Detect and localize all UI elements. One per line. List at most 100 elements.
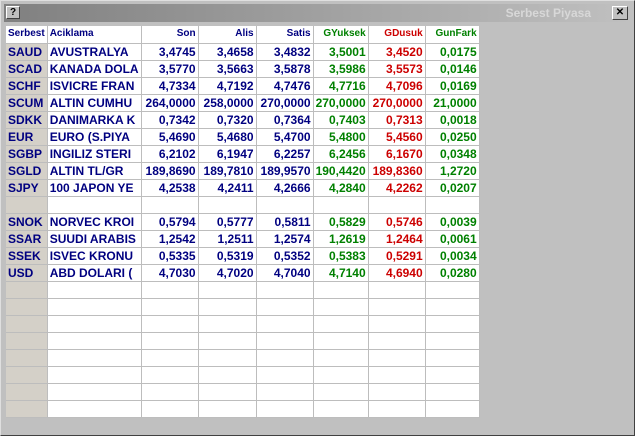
- cell-day-low[interactable]: 0,5291: [368, 247, 426, 265]
- cell-description[interactable]: ISVEC KRONU: [47, 247, 142, 265]
- cell-day-low[interactable]: [368, 349, 426, 367]
- cell-day-change[interactable]: [425, 298, 480, 316]
- cell-last[interactable]: 3,4745: [141, 43, 199, 61]
- table-row[interactable]: SCHF ISVICRE FRAN 4,7334 4,7192 4,7476 4,7716…: [6, 77, 480, 95]
- table-row[interactable]: SNOK NORVEC KROI 0,5794 0,5777 0,5811 0,5829 0…: [6, 213, 480, 231]
- cell-day-change[interactable]: 0,0146: [425, 60, 480, 78]
- cell-ask[interactable]: 5,4700: [256, 128, 314, 146]
- cell-day-low[interactable]: [368, 281, 426, 299]
- cell-day-change[interactable]: 0,0018: [425, 111, 480, 129]
- cell-code[interactable]: [6, 349, 48, 367]
- cell-last[interactable]: 189,8690: [141, 162, 199, 180]
- table-row[interactable]: [6, 332, 480, 350]
- cell-last[interactable]: 4,7334: [141, 77, 199, 95]
- cell-day-high[interactable]: 4,2840: [313, 179, 369, 197]
- cell-last[interactable]: [141, 349, 199, 367]
- cell-code[interactable]: [6, 366, 48, 384]
- cell-description[interactable]: [47, 281, 142, 299]
- table-row[interactable]: [6, 366, 480, 384]
- cell-last[interactable]: 0,7342: [141, 111, 199, 129]
- cell-day-low[interactable]: [368, 400, 426, 418]
- cell-day-change[interactable]: [425, 400, 480, 418]
- cell-day-high[interactable]: [313, 196, 369, 214]
- column-header-day-change[interactable]: GunFark: [425, 26, 480, 44]
- cell-code[interactable]: [6, 315, 48, 333]
- cell-description[interactable]: DANIMARKA K: [47, 111, 142, 129]
- cell-ask[interactable]: 270,0000: [256, 94, 314, 112]
- cell-ask[interactable]: [256, 332, 314, 350]
- cell-ask[interactable]: 4,2666: [256, 179, 314, 197]
- column-header-description[interactable]: Aciklama: [47, 26, 142, 44]
- cell-last[interactable]: 264,0000: [141, 94, 199, 112]
- cell-day-high[interactable]: [313, 298, 369, 316]
- cell-bid[interactable]: 3,4658: [198, 43, 257, 61]
- cell-bid[interactable]: [198, 281, 257, 299]
- cell-ask[interactable]: [256, 298, 314, 316]
- cell-last[interactable]: 0,5794: [141, 213, 199, 231]
- cell-ask[interactable]: [256, 349, 314, 367]
- cell-day-high[interactable]: [313, 366, 369, 384]
- cell-description[interactable]: NORVEC KROI: [47, 213, 142, 231]
- cell-bid[interactable]: [198, 366, 257, 384]
- cell-day-low[interactable]: 5,4560: [368, 128, 426, 146]
- cell-bid[interactable]: [198, 349, 257, 367]
- cell-description[interactable]: 100 JAPON YE: [47, 179, 142, 197]
- cell-day-change[interactable]: 1,2720: [425, 162, 480, 180]
- table-row[interactable]: [6, 383, 480, 401]
- title-bar[interactable]: ? Serbest Piyasa ✕: [4, 4, 631, 22]
- cell-bid[interactable]: 189,7810: [198, 162, 257, 180]
- cell-last[interactable]: 4,2538: [141, 179, 199, 197]
- cell-day-change[interactable]: 0,0061: [425, 230, 480, 248]
- cell-code[interactable]: SGLD: [6, 162, 48, 180]
- cell-bid[interactable]: [198, 298, 257, 316]
- cell-code[interactable]: EUR: [6, 128, 48, 146]
- cell-description[interactable]: SUUDI ARABIS: [47, 230, 142, 248]
- column-header-bid[interactable]: Alis: [198, 26, 257, 44]
- cell-day-change[interactable]: [425, 315, 480, 333]
- cell-code[interactable]: [6, 400, 48, 418]
- cell-code[interactable]: SJPY: [6, 179, 48, 197]
- cell-day-low[interactable]: [368, 366, 426, 384]
- cell-day-low[interactable]: 0,5746: [368, 213, 426, 231]
- cell-description[interactable]: [47, 366, 142, 384]
- cell-day-change[interactable]: 0,0175: [425, 43, 480, 61]
- cell-day-low[interactable]: 6,1670: [368, 145, 426, 163]
- cell-day-high[interactable]: [313, 332, 369, 350]
- cell-day-low[interactable]: 3,4520: [368, 43, 426, 61]
- cell-code[interactable]: USD: [6, 264, 48, 282]
- cell-bid[interactable]: [198, 383, 257, 401]
- column-header-day-low[interactable]: GDusuk: [368, 26, 426, 44]
- cell-last[interactable]: [141, 366, 199, 384]
- cell-ask[interactable]: [256, 196, 314, 214]
- cell-code[interactable]: SSEK: [6, 247, 48, 265]
- column-header-code[interactable]: Serbest: [6, 26, 48, 44]
- cell-day-change[interactable]: 0,0207: [425, 179, 480, 197]
- cell-day-low[interactable]: 4,2262: [368, 179, 426, 197]
- table-row[interactable]: [6, 400, 480, 418]
- table-row[interactable]: SSEK ISVEC KRONU 0,5335 0,5319 0,5352 0,5383 0…: [6, 247, 480, 265]
- cell-ask[interactable]: 0,7364: [256, 111, 314, 129]
- cell-day-high[interactable]: 5,4800: [313, 128, 369, 146]
- table-row[interactable]: [6, 349, 480, 367]
- cell-day-change[interactable]: [425, 281, 480, 299]
- cell-ask[interactable]: 189,9570: [256, 162, 314, 180]
- cell-code[interactable]: [6, 332, 48, 350]
- table-row[interactable]: EUR EURO (S.PIYA 5,4690 5,4680 5,4700 5,4800 5…: [6, 128, 480, 146]
- cell-last[interactable]: 6,2102: [141, 145, 199, 163]
- cell-bid[interactable]: 6,1947: [198, 145, 257, 163]
- column-header-day-high[interactable]: GYuksek: [313, 26, 369, 44]
- table-row[interactable]: SGLD ALTIN TL/GR 189,8690 189,7810 189,9570 1…: [6, 162, 480, 180]
- cell-day-high[interactable]: 4,7716: [313, 77, 369, 95]
- cell-day-high[interactable]: [313, 349, 369, 367]
- cell-day-change[interactable]: 0,0169: [425, 77, 480, 95]
- table-row[interactable]: SAUD AVUSTRALYA 3,4745 3,4658 3,4832 3,5001 3,…: [6, 43, 480, 61]
- cell-day-high[interactable]: [313, 281, 369, 299]
- cell-bid[interactable]: [198, 332, 257, 350]
- cell-bid[interactable]: 3,5663: [198, 60, 257, 78]
- table-row[interactable]: [6, 315, 480, 333]
- cell-description[interactable]: [47, 332, 142, 350]
- cell-day-high[interactable]: 3,5986: [313, 60, 369, 78]
- table-row[interactable]: SDKK DANIMARKA K 0,7342 0,7320 0,7364 0,7403 0…: [6, 111, 480, 129]
- cell-description[interactable]: [47, 400, 142, 418]
- table-row[interactable]: [6, 281, 480, 299]
